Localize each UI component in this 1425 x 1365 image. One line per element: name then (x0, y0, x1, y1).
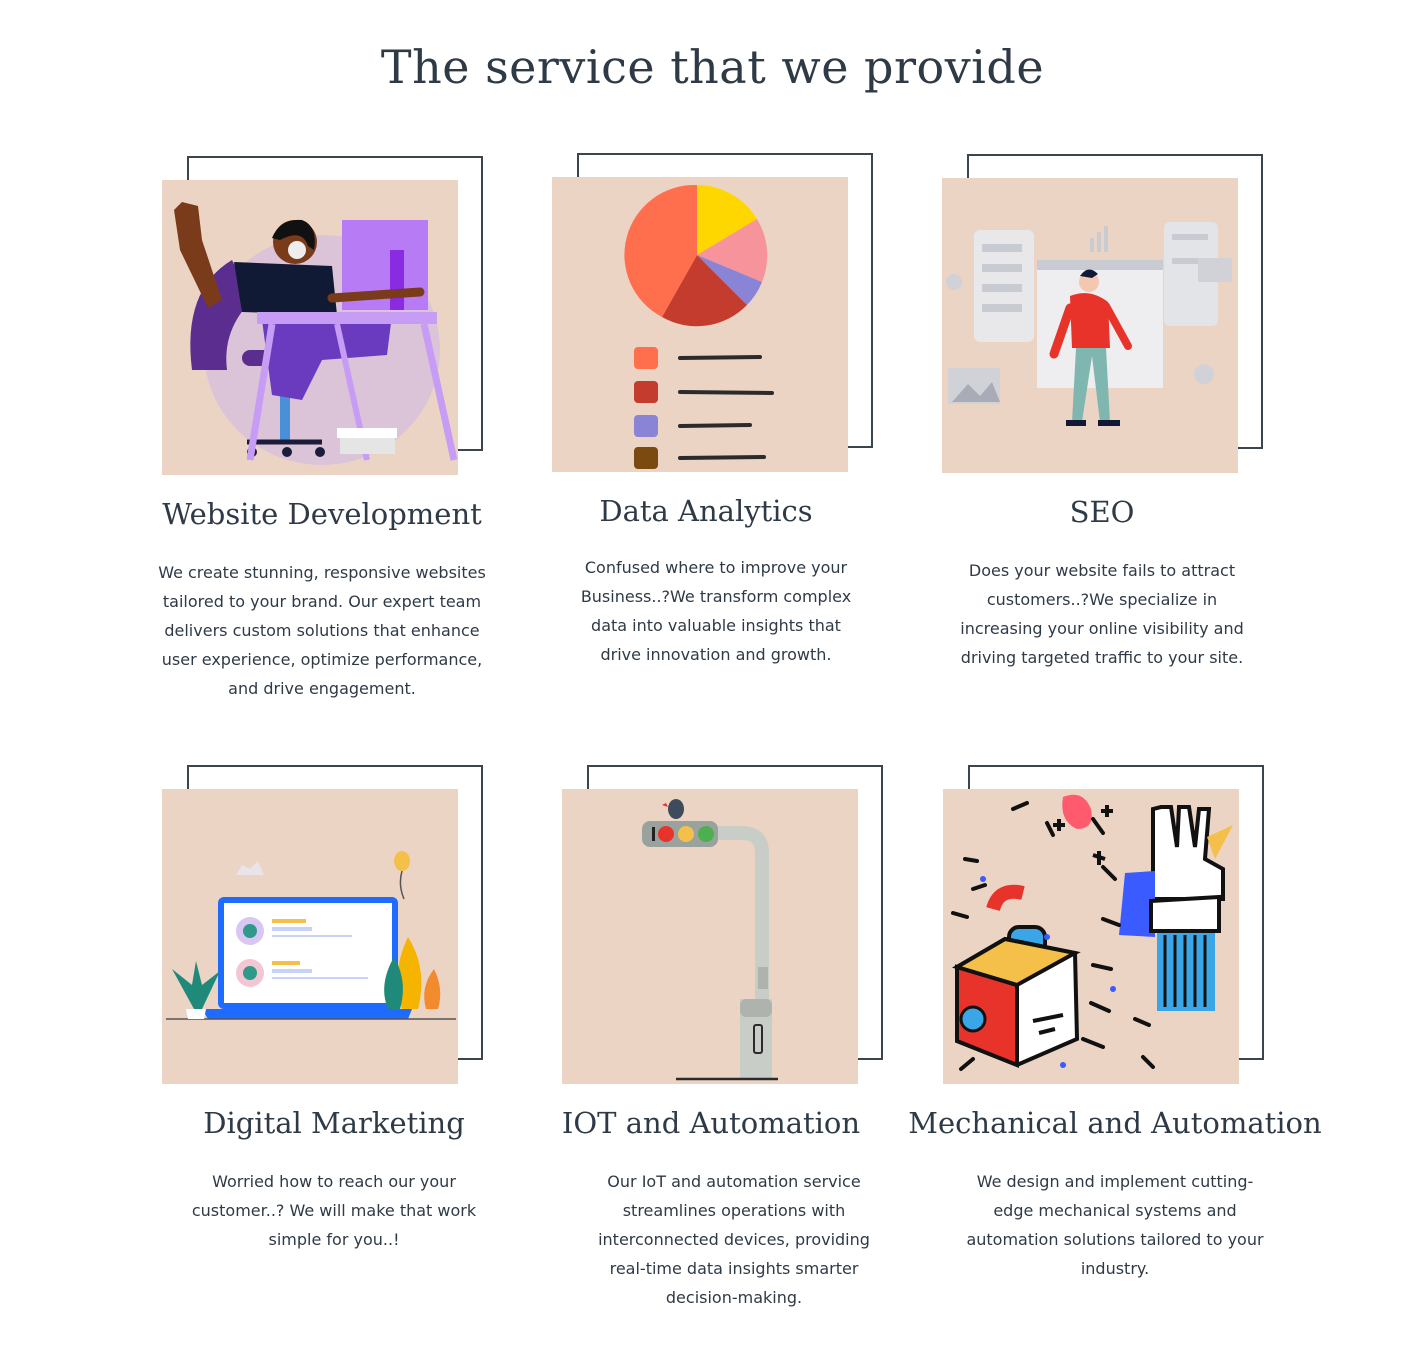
card-description: Our IoT and automation service streamlin… (598, 1172, 870, 1307)
laptop-reviews-illustration (162, 789, 458, 1084)
woman-at-computer-illustration (162, 180, 458, 475)
traffic-light-illustration (562, 789, 858, 1084)
person-browsing-web-illustration (942, 178, 1238, 473)
card-title: Digital Marketing (203, 1106, 465, 1140)
card-title: SEO (1069, 495, 1135, 529)
card-title: Data Analytics (599, 494, 813, 528)
card-description: Does your website fails to attract custo… (960, 561, 1244, 667)
card-title: IOT and Automation (561, 1106, 861, 1140)
card-description: We design and implement cutting-edge mec… (966, 1172, 1264, 1278)
pie-chart-illustration (552, 177, 848, 472)
card-description: Confused where to improve your Business.… (580, 558, 852, 664)
abstract-robot-glove-illustration (943, 789, 1239, 1084)
card-description: We create stunning, responsive websites … (158, 563, 486, 698)
section-title: The service that we provide (380, 40, 1045, 94)
card-description: Worried how to reach our your customer..… (191, 1172, 477, 1249)
card-title: Mechanical and Automation (908, 1106, 1322, 1140)
card-title: Website Development (162, 497, 482, 531)
